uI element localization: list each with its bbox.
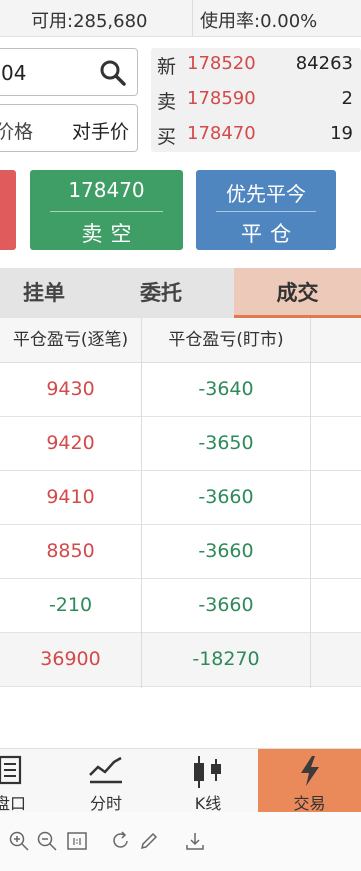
rotate-icon[interactable]	[110, 830, 132, 852]
order-tabs: 挂单 委托 成交	[0, 268, 361, 318]
table-total-row: 36900 -18270	[0, 633, 361, 687]
column-header-realized-pnl-per-trade: 平仓盈亏(逐笔)	[12, 330, 129, 350]
pnl-per-trade-cell: 9430	[46, 378, 95, 400]
quote-volume: 2	[341, 88, 353, 109]
quote-price: 178590	[187, 88, 256, 109]
nav-trade[interactable]: 交易	[258, 749, 361, 813]
pnl-mark-to-market-total: -18270	[192, 648, 260, 670]
button-divider	[50, 211, 163, 212]
nav-candlestick[interactable]: K线	[172, 749, 244, 813]
table-row[interactable]: -210 -3660	[0, 579, 361, 633]
pnl-mark-to-market-cell: -3650	[198, 432, 254, 454]
column-divider	[141, 318, 142, 688]
pnl-mark-to-market-cell: -3640	[198, 378, 254, 400]
lightning-icon	[300, 756, 319, 786]
zoom-out-icon[interactable]	[36, 830, 58, 852]
pnl-per-trade-cell: 8850	[46, 540, 95, 562]
order-book-icon	[0, 755, 22, 785]
timeshare-chart-icon	[89, 756, 122, 784]
quote-row-last: 新 178520 84263	[151, 48, 361, 82]
column-header-realized-pnl-mark-to-market: 平仓盈亏(盯市)	[168, 330, 284, 350]
divider	[192, 0, 193, 36]
table-row[interactable]: 9410 -3660	[0, 471, 361, 525]
quote-price: 178520	[187, 53, 256, 74]
quote-panel: 新 178520 84263 卖 178590 2 买 178470 19	[151, 48, 361, 152]
quote-volume: 84263	[295, 53, 353, 74]
pnl-mark-to-market-cell: -3660	[198, 486, 254, 508]
edit-pencil-icon[interactable]	[138, 830, 160, 852]
quote-row-ask: 卖 178590 2	[151, 83, 361, 117]
quote-price: 178470	[187, 123, 256, 144]
close-position-label: 平仓	[241, 222, 299, 246]
table-row[interactable]: 9430 -3640	[0, 363, 361, 417]
account-summary-bar: 可用:285,680 使用率:0.00%	[0, 0, 361, 37]
tab-filled-trades[interactable]: 成交	[234, 268, 361, 318]
pnl-per-trade-cell: 9410	[46, 486, 95, 508]
download-icon[interactable]	[184, 830, 206, 852]
tab-pending-orders[interactable]: 挂单	[0, 268, 88, 318]
column-divider	[310, 318, 311, 688]
tab-entrusted-orders[interactable]: 委托	[88, 268, 234, 318]
margin-usage: 使用率:0.00%	[200, 11, 318, 32]
table-row[interactable]: 9420 -3650	[0, 417, 361, 471]
contract-code-value: 04	[1, 61, 27, 85]
zoom-in-icon[interactable]	[8, 830, 30, 852]
sell-short-price: 178470	[68, 178, 145, 202]
close-priority-label: 优先平今	[226, 182, 306, 206]
search-icon[interactable]	[99, 59, 127, 87]
quote-volume: 19	[330, 123, 353, 144]
quote-key: 卖	[157, 91, 177, 113]
price-type-selector[interactable]: 价格 对手价	[0, 104, 138, 152]
candlestick-icon	[194, 756, 221, 788]
nav-label: 分时	[89, 794, 122, 813]
pnl-mark-to-market-cell: -3660	[198, 540, 254, 562]
nav-timeshare[interactable]: 分时	[70, 749, 142, 813]
nav-label: 交易	[293, 794, 326, 813]
button-divider	[216, 211, 316, 212]
sell-short-button[interactable]: 178470 卖空	[30, 170, 183, 250]
nav-label: 盘口	[0, 794, 26, 813]
pnl-per-trade-total: 36900	[40, 648, 101, 670]
table-header: 平仓盈亏(逐笔) 平仓盈亏(盯市)	[0, 318, 361, 363]
pnl-per-trade-cell: -210	[48, 594, 93, 616]
available-funds: 可用:285,680	[31, 11, 148, 32]
quote-key: 买	[157, 126, 177, 148]
nav-label: K线	[194, 794, 222, 813]
price-label: 价格	[0, 121, 34, 143]
close-position-button[interactable]: 优先平今 平仓	[196, 170, 336, 250]
sell-short-label: 卖空	[81, 222, 140, 246]
quote-row-bid: 买 178470 19	[151, 118, 361, 152]
quote-key: 新	[157, 56, 177, 78]
bottom-navigation: 盘口 分时 K线 交易	[0, 748, 361, 813]
actual-size-icon[interactable]	[66, 830, 88, 852]
contract-code-input[interactable]: 04	[0, 48, 138, 96]
table-row[interactable]: 8850 -3660	[0, 525, 361, 579]
pnl-mark-to-market-cell: -3660	[198, 594, 254, 616]
pnl-per-trade-cell: 9420	[46, 432, 95, 454]
nav-order-book[interactable]: 盘口	[0, 749, 46, 813]
price-mode-value: 对手价	[71, 121, 129, 143]
buy-long-button[interactable]	[0, 170, 16, 250]
viewer-toolbar	[0, 812, 361, 871]
